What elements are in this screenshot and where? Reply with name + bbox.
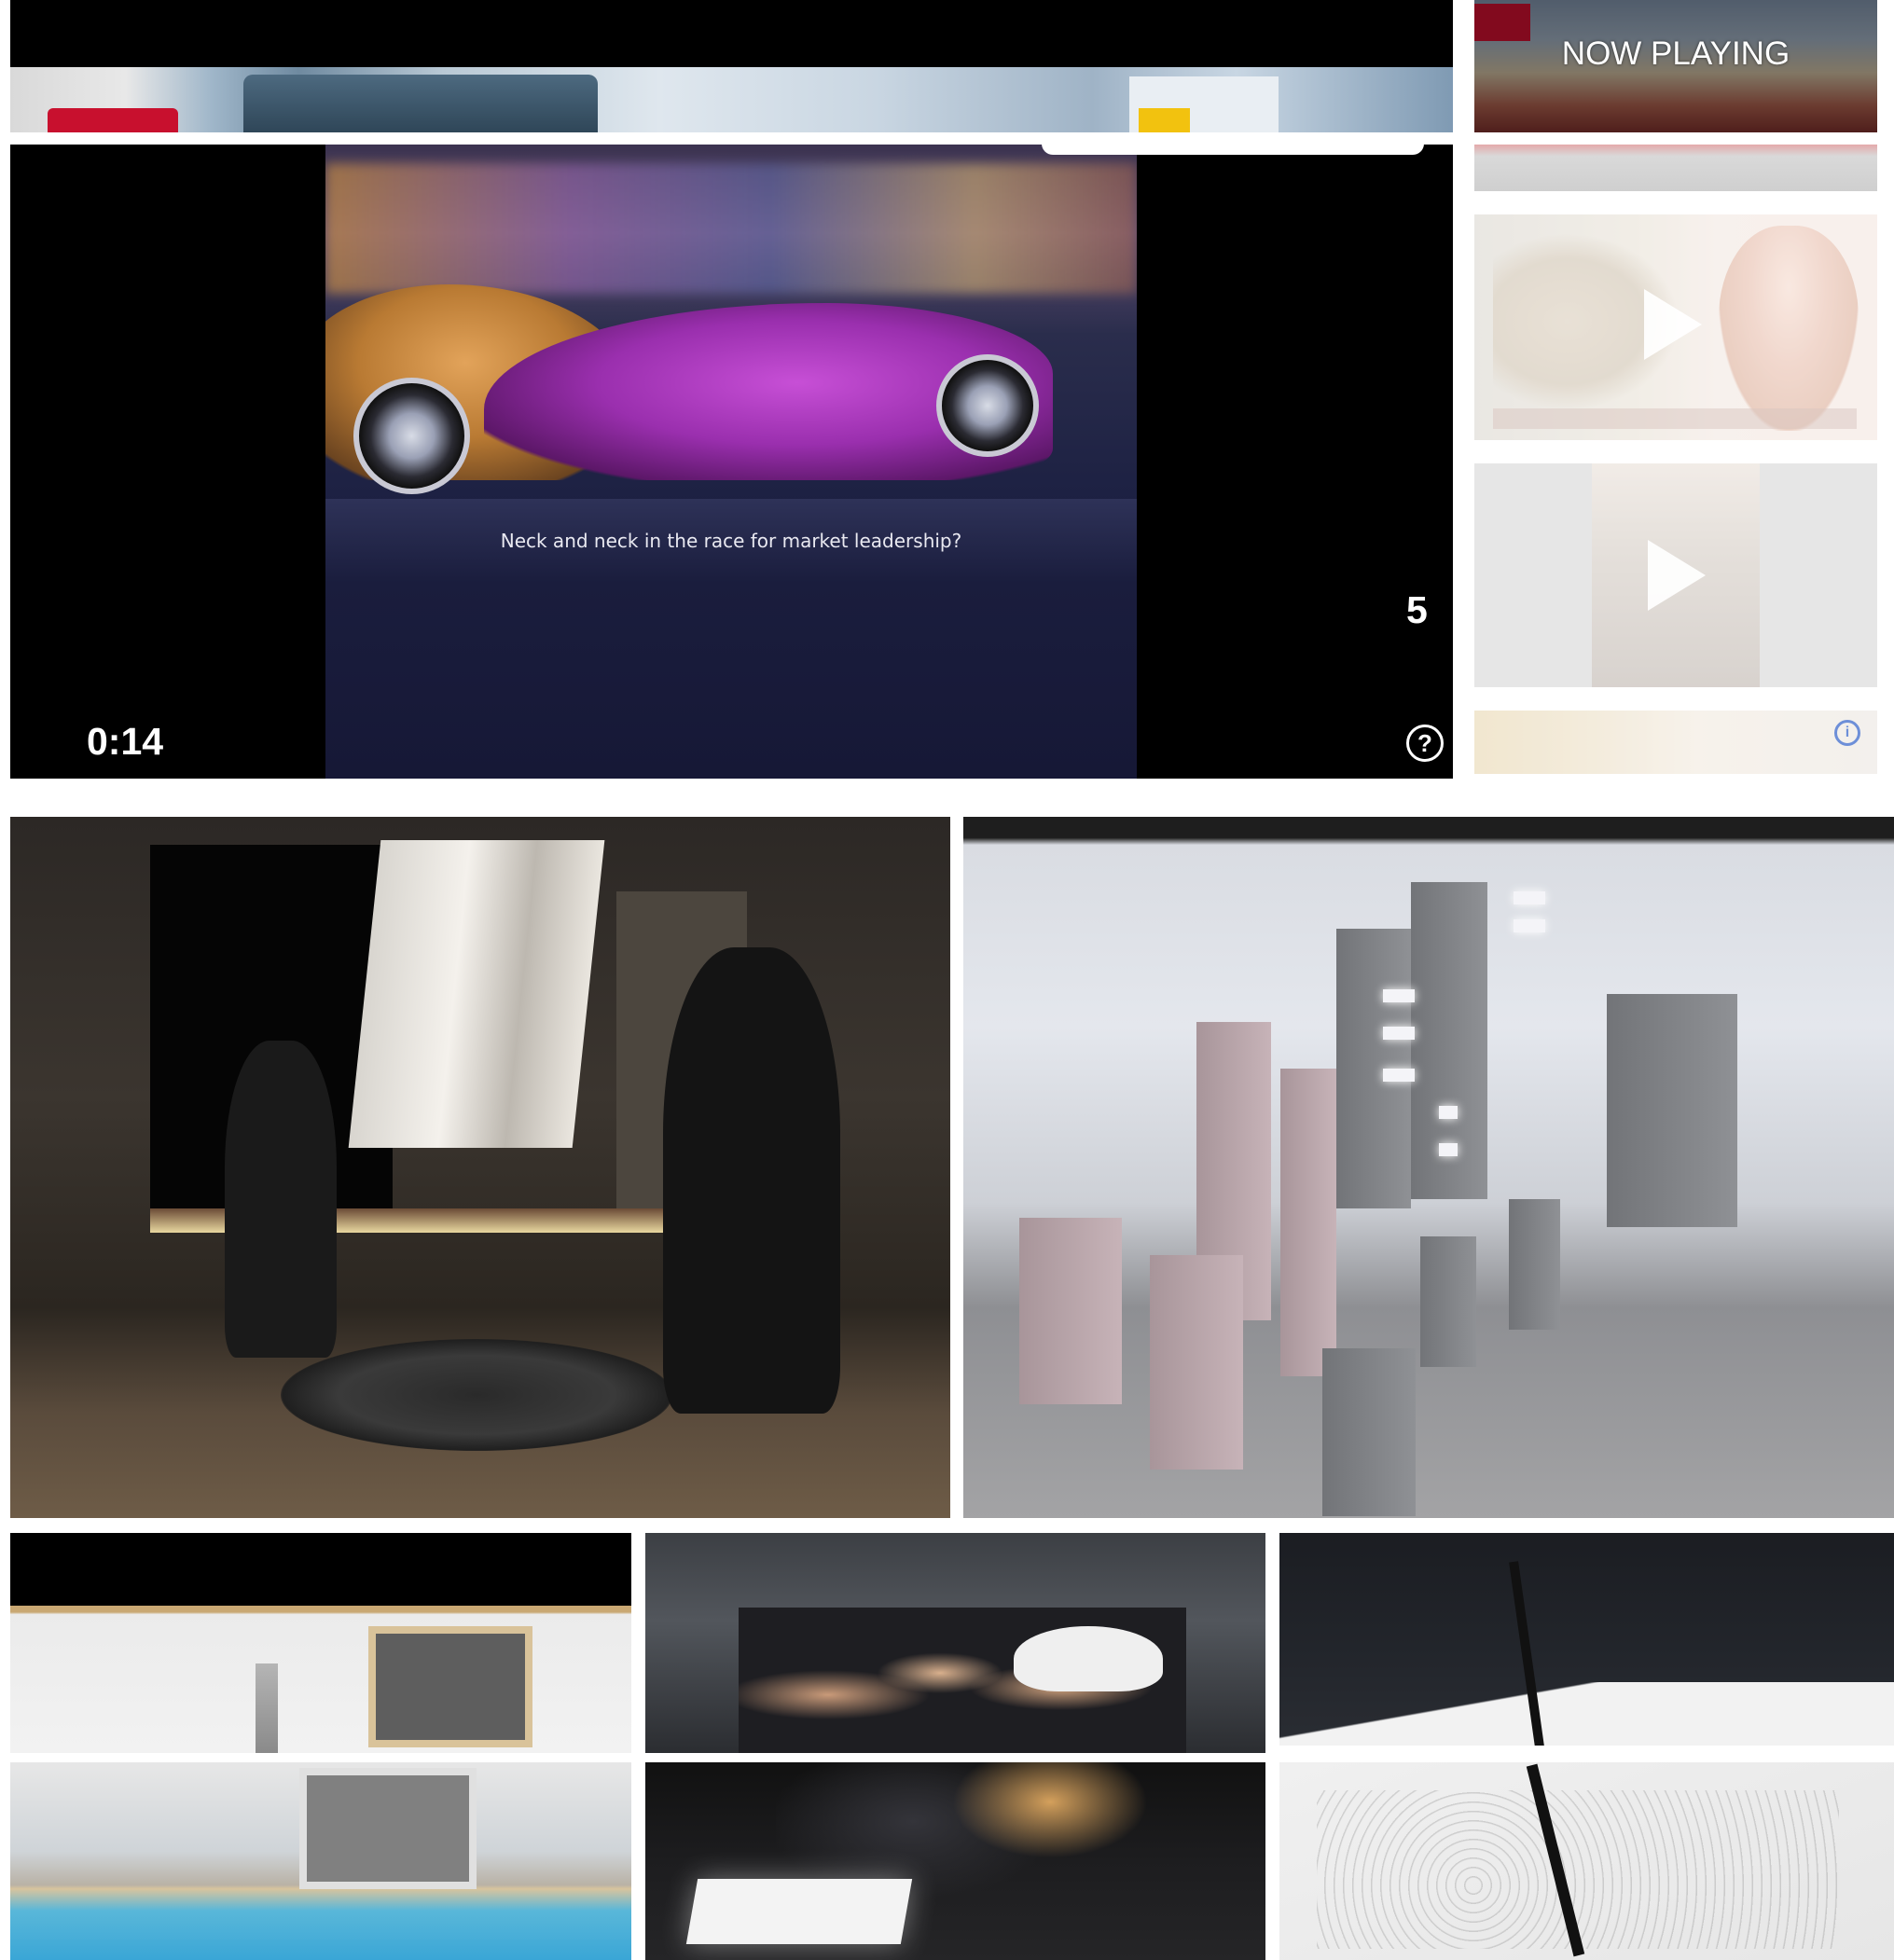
model-building <box>1150 1255 1243 1470</box>
player-top-tab <box>1042 140 1424 155</box>
previous-video-thumbnail[interactable] <box>10 67 1453 132</box>
playlist-item-now-playing[interactable]: NOW PLAYING <box>1474 0 1877 132</box>
ink-drawing <box>1317 1790 1839 1949</box>
lit-window <box>1514 919 1545 932</box>
car-wheel <box>353 378 470 494</box>
lit-window <box>1439 1143 1458 1156</box>
model-building <box>1280 1069 1336 1376</box>
video-frame[interactable]: Neck and neck in the race for market lea… <box>325 145 1137 779</box>
lit-window <box>1383 989 1415 1002</box>
visitor <box>225 1041 337 1358</box>
paper-sheet <box>1279 1682 1894 1746</box>
ad-choices-icon[interactable]: i <box>1834 720 1860 746</box>
light-box <box>685 1879 913 1944</box>
playlist-item[interactable] <box>1474 463 1877 687</box>
lit-window <box>1383 1027 1415 1040</box>
top-video-letterbox <box>10 0 1453 67</box>
gallery-photo-visitors[interactable] <box>645 1533 1265 1753</box>
yellow-sign <box>1139 108 1190 132</box>
bus-window <box>243 75 598 132</box>
gallery-photo-cityscape-installation[interactable] <box>963 817 1894 1518</box>
video-caption: Neck and neck in the race for market lea… <box>500 530 962 552</box>
gallery-photo-lighthouse-drawing[interactable] <box>10 1533 631 1753</box>
playlist-item-ad[interactable]: i <box>1474 711 1877 774</box>
gallery-photo-pen-drawing[interactable] <box>1279 1762 1894 1960</box>
gallery-photo-pier-drawing[interactable] <box>10 1762 631 1960</box>
gallery-photo-pen-installation[interactable] <box>1279 1533 1894 1746</box>
elapsed-time: 0:14 <box>87 720 164 763</box>
model-building <box>1607 994 1737 1227</box>
photo-frame <box>368 1626 532 1747</box>
visitor <box>663 947 840 1414</box>
model-building <box>1019 1218 1122 1404</box>
white-curtain <box>348 840 605 1148</box>
red-sign <box>48 108 178 132</box>
question-circle-icon[interactable]: ? <box>1406 725 1444 762</box>
lit-window <box>1514 891 1545 904</box>
motion-blur-background <box>325 163 1137 294</box>
thumbnail-fade <box>1474 711 1877 774</box>
photo-frame <box>299 1768 477 1889</box>
model-building <box>1420 1236 1476 1367</box>
lighthouse <box>256 1663 278 1753</box>
lit-window <box>1383 1069 1415 1082</box>
play-icon[interactable] <box>1644 289 1702 360</box>
model-building <box>1322 1348 1416 1516</box>
gallery-photo-lightbox[interactable] <box>645 1762 1265 1960</box>
model-building <box>1509 1199 1560 1330</box>
play-icon[interactable] <box>1648 540 1706 611</box>
gallery-photo-dark-installation[interactable] <box>10 817 950 1518</box>
stone-bed <box>281 1339 672 1451</box>
playlist-item-partial[interactable] <box>1474 145 1877 191</box>
playlist-item[interactable] <box>1474 214 1877 440</box>
white-hat <box>1014 1626 1163 1691</box>
skip-countdown: 5 <box>1406 588 1428 631</box>
video-player[interactable]: Neck and neck in the race for market lea… <box>10 145 1453 779</box>
car-wheel <box>936 354 1039 457</box>
lit-window <box>1439 1106 1458 1119</box>
now-playing-label: NOW PLAYING <box>1561 35 1790 72</box>
